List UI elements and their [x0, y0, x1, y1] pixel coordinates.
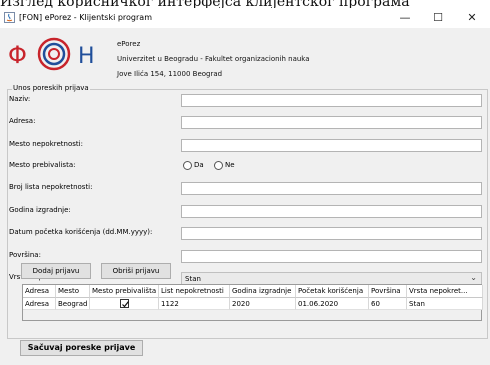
- checkbox-checked[interactable]: [119, 298, 129, 308]
- radio-da[interactable]: Da: [183, 160, 213, 171]
- radio-ne-circle[interactable]: [214, 161, 223, 170]
- cell-godina[interactable]: 2020: [230, 298, 296, 310]
- radio-ne[interactable]: Ne: [214, 160, 244, 171]
- mesto-prebivalista-label: Mesto prebivalista:: [9, 161, 76, 169]
- naziv-label: Naziv:: [9, 95, 31, 103]
- datum-field[interactable]: [181, 227, 482, 240]
- cell-mesto-prebivalista[interactable]: [90, 298, 159, 310]
- vrsta-selected-value: Stan: [185, 275, 201, 283]
- column-header-povrsina[interactable]: Površina: [369, 285, 407, 298]
- university-name: Univerzitet u Beogradu - Fakultet organi…: [117, 55, 310, 63]
- java-app-icon: [4, 12, 15, 23]
- minimize-button[interactable]: —: [394, 10, 416, 25]
- godina-izgradnje-label: Godina izgradnje:: [9, 206, 71, 214]
- title-bar: [FON] ePorez - Klijentski program — ☐ ✕: [0, 8, 490, 28]
- close-button[interactable]: ✕: [461, 10, 483, 25]
- column-header-adresa[interactable]: Adresa: [23, 285, 56, 298]
- window-title: [FON] ePorez - Klijentski program: [19, 13, 152, 22]
- broj-lista-label: Broj lista nepokretnosti:: [9, 183, 93, 191]
- add-prijava-button[interactable]: Dodaj prijavu: [21, 263, 91, 279]
- cell-mesto[interactable]: Beograd: [56, 298, 90, 310]
- column-header-pocetak[interactable]: Početak korišćenja: [296, 285, 369, 298]
- logo-letter-en: Н: [78, 44, 95, 69]
- app-window: [FON] ePorez - Klijentski program — ☐ ✕ …: [0, 8, 490, 365]
- cell-adresa[interactable]: Adresa: [23, 298, 56, 310]
- table-header: Adresa Mesto Mesto prebivališta List nep…: [23, 285, 483, 298]
- adresa-label: Adresa:: [9, 117, 36, 125]
- cell-list[interactable]: 1122: [159, 298, 230, 310]
- fon-logo: Φ Н: [8, 37, 95, 71]
- adresa-field[interactable]: [181, 116, 482, 129]
- datum-label: Datum početka korišćenja (dd.MM.yyyy):: [9, 228, 153, 236]
- app-name: ePorez: [117, 40, 141, 48]
- naziv-field[interactable]: [181, 94, 482, 107]
- povrsina-label: Površina:: [9, 251, 41, 259]
- app-header: Φ Н ePorez Univerzitet u Beogradu - Faku…: [0, 28, 490, 88]
- column-header-vrsta[interactable]: Vrsta nepokret...: [407, 285, 483, 298]
- chevron-down-icon[interactable]: ⌄: [470, 274, 477, 282]
- radio-da-circle[interactable]: [183, 161, 192, 170]
- column-header-list[interactable]: List nepokretnosti: [159, 285, 230, 298]
- prijave-table[interactable]: Adresa Mesto Mesto prebivališta List nep…: [22, 284, 483, 321]
- delete-prijava-button[interactable]: Obriši prijavu: [101, 263, 171, 279]
- table-row[interactable]: Adresa Beograd 1122 2020 01.06.2020 60 S…: [23, 298, 483, 310]
- column-header-mesto[interactable]: Mesto: [56, 285, 90, 298]
- cell-vrsta[interactable]: Stan: [407, 298, 483, 310]
- cell-povrsina[interactable]: 60: [369, 298, 407, 310]
- godina-izgradnje-field[interactable]: [181, 205, 482, 218]
- check-icon: [121, 300, 129, 307]
- povrsina-field[interactable]: [181, 250, 482, 263]
- broj-lista-field[interactable]: [181, 182, 482, 195]
- cell-pocetak[interactable]: 01.06.2020: [296, 298, 369, 310]
- prebivaliste-radio-group: Da Ne: [183, 160, 303, 171]
- radio-ne-label: Ne: [225, 161, 235, 169]
- column-header-godina[interactable]: Godina izgradnje: [230, 285, 296, 298]
- radio-da-label: Da: [194, 161, 204, 169]
- mesto-nepokretnosti-label: Mesto nepokretnosti:: [9, 140, 83, 148]
- university-address: Jove Ilića 154, 11000 Beograd: [117, 70, 223, 78]
- maximize-button[interactable]: ☐: [427, 10, 449, 25]
- mesto-nepokretnosti-field[interactable]: [181, 139, 482, 152]
- panel-legend: Unos poreskih prijava: [12, 84, 90, 92]
- save-prijave-button[interactable]: Sačuvaj poreske prijave: [20, 340, 143, 356]
- logo-letter-phi: Φ: [8, 41, 27, 69]
- column-header-mesto-prebivalista[interactable]: Mesto prebivališta: [90, 285, 159, 298]
